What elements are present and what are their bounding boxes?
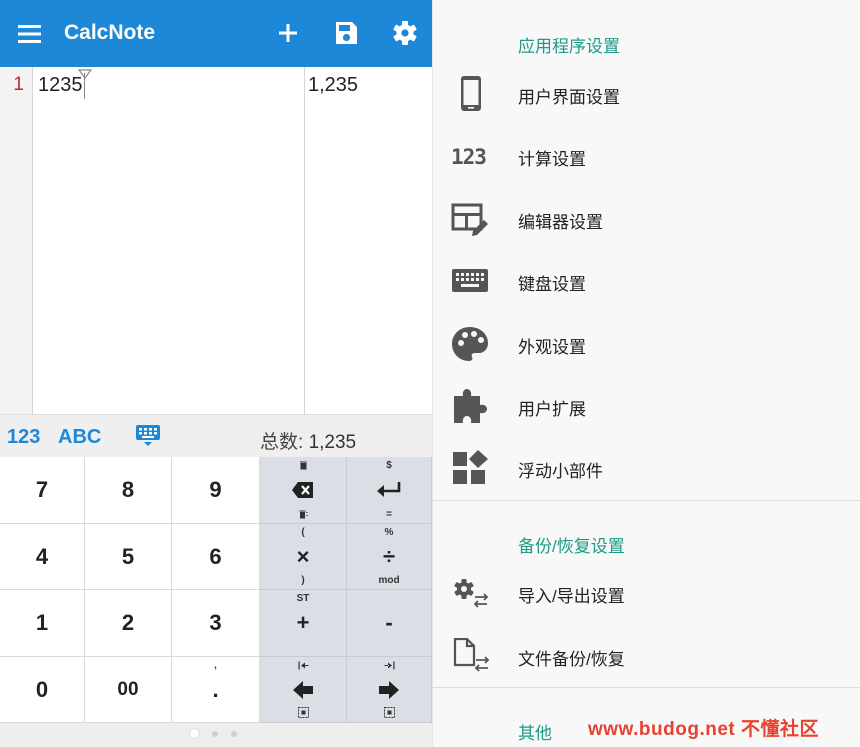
settings-panel: 应用程序设置 用户界面设置 123 计算设置 编辑器设置 键盘设置 外观设置 用… xyxy=(432,0,860,747)
backspace-icon xyxy=(292,482,313,498)
key-minus[interactable]: - xyxy=(347,590,432,657)
key-5[interactable]: 5 xyxy=(85,524,172,590)
app-title: CalcNote xyxy=(64,21,156,44)
puzzle-icon xyxy=(454,389,487,423)
key-4[interactable]: 4 xyxy=(0,524,85,590)
appearance-settings-item[interactable]: 外观设置 xyxy=(433,313,860,375)
watermark-text: www.budog.net 不懂社区 xyxy=(588,719,819,740)
settings-transfer-icon xyxy=(454,579,489,608)
section-app-settings: 应用程序设置 xyxy=(518,37,620,56)
section-divider xyxy=(433,500,860,501)
clear-icon xyxy=(300,461,307,470)
line-gutter: 1 xyxy=(0,67,33,414)
line-end-icon xyxy=(384,661,395,670)
extensions-item[interactable]: 用户扩展 xyxy=(433,375,860,437)
floating-widgets-item[interactable]: 浮动小部件 xyxy=(433,437,860,499)
alpha-mode-button[interactable]: ABC xyxy=(58,426,101,449)
page-indicator xyxy=(0,723,432,747)
menu-icon[interactable] xyxy=(16,20,44,48)
section-divider xyxy=(433,687,860,688)
key-multiply[interactable]: ( × ) xyxy=(260,524,347,590)
key-cursor-right[interactable] xyxy=(347,657,432,723)
keyboard-toolbar: 123 ABC 总数: 1,235 xyxy=(0,414,432,457)
caret-handle-icon[interactable] xyxy=(78,69,92,79)
result-value: 1,235 xyxy=(308,74,359,96)
select-icon xyxy=(298,707,309,718)
page-dot[interactable] xyxy=(231,731,237,737)
key-8[interactable]: 8 xyxy=(85,457,172,524)
palette-icon xyxy=(452,327,488,361)
key-backspace[interactable] xyxy=(260,457,347,524)
text-caret xyxy=(84,73,85,99)
key-0[interactable]: 0 xyxy=(0,657,85,723)
add-icon[interactable] xyxy=(272,17,304,49)
table-edit-icon xyxy=(451,203,488,236)
file-backup-restore-item[interactable]: 文件备份/恢复 xyxy=(433,625,860,687)
calc-settings-item[interactable]: 123 计算设置 xyxy=(433,125,860,187)
widgets-icon xyxy=(453,450,488,484)
section-backup-settings: 备份/恢复设置 xyxy=(518,537,625,556)
enter-icon xyxy=(377,482,401,497)
keyboard-settings-item[interactable]: 键盘设置 xyxy=(433,250,860,312)
calcnote-app: CalcNote 1 1235 1,235 123 ABC 总数: 1,235 … xyxy=(0,0,432,747)
editor-settings-item[interactable]: 编辑器设置 xyxy=(433,188,860,250)
numbers-icon: 123 xyxy=(451,145,487,169)
key-decimal[interactable]: , . xyxy=(172,657,260,723)
key-divide[interactable]: % ÷ mod xyxy=(347,524,432,590)
total-value: 1,235 xyxy=(308,432,357,453)
page-dot-active[interactable] xyxy=(189,728,200,739)
phone-icon xyxy=(461,76,481,111)
ui-settings-item[interactable]: 用户界面设置 xyxy=(433,63,860,125)
key-enter[interactable]: $ = xyxy=(347,457,432,524)
key-cursor-left[interactable] xyxy=(260,657,347,723)
section-other: 其他 xyxy=(518,724,552,743)
import-export-settings-item[interactable]: 导入/导出设置 xyxy=(433,562,860,624)
settings-gear-icon[interactable] xyxy=(389,17,421,49)
keyboard-icon xyxy=(452,269,488,292)
keypad: 7 8 9 $ = 4 5 6 ( × ) % ÷ mod 1 2 3 ST +… xyxy=(0,457,432,723)
save-icon[interactable] xyxy=(330,17,362,49)
key-9[interactable]: 9 xyxy=(172,457,260,524)
key-3[interactable]: 3 xyxy=(172,590,260,657)
key-1[interactable]: 1 xyxy=(0,590,85,657)
line-number: 1 xyxy=(13,74,24,95)
total-display: 总数: 1,235 xyxy=(260,427,356,454)
numeric-mode-button[interactable]: 123 xyxy=(7,426,40,449)
svg-text:123: 123 xyxy=(451,145,486,169)
key-6[interactable]: 6 xyxy=(172,524,260,590)
page-dot[interactable] xyxy=(212,731,218,737)
key-00[interactable]: 00 xyxy=(85,657,172,723)
arrow-right-icon xyxy=(379,680,399,699)
results-column: 1,235 xyxy=(304,67,432,414)
note-editor[interactable]: 1 1235 1,235 xyxy=(0,67,432,414)
key-plus[interactable]: ST + xyxy=(260,590,347,657)
clear-all-icon xyxy=(299,510,308,519)
app-bar: CalcNote xyxy=(0,0,432,67)
expression-text[interactable]: 1235 xyxy=(38,74,83,97)
total-label: 总数: xyxy=(260,432,304,453)
line-start-icon xyxy=(298,661,309,670)
keyboard-hide-icon[interactable] xyxy=(135,424,161,448)
select-icon xyxy=(384,707,395,718)
key-2[interactable]: 2 xyxy=(85,590,172,657)
arrow-left-icon xyxy=(293,680,313,699)
file-transfer-icon xyxy=(453,638,490,672)
key-7[interactable]: 7 xyxy=(0,457,85,524)
